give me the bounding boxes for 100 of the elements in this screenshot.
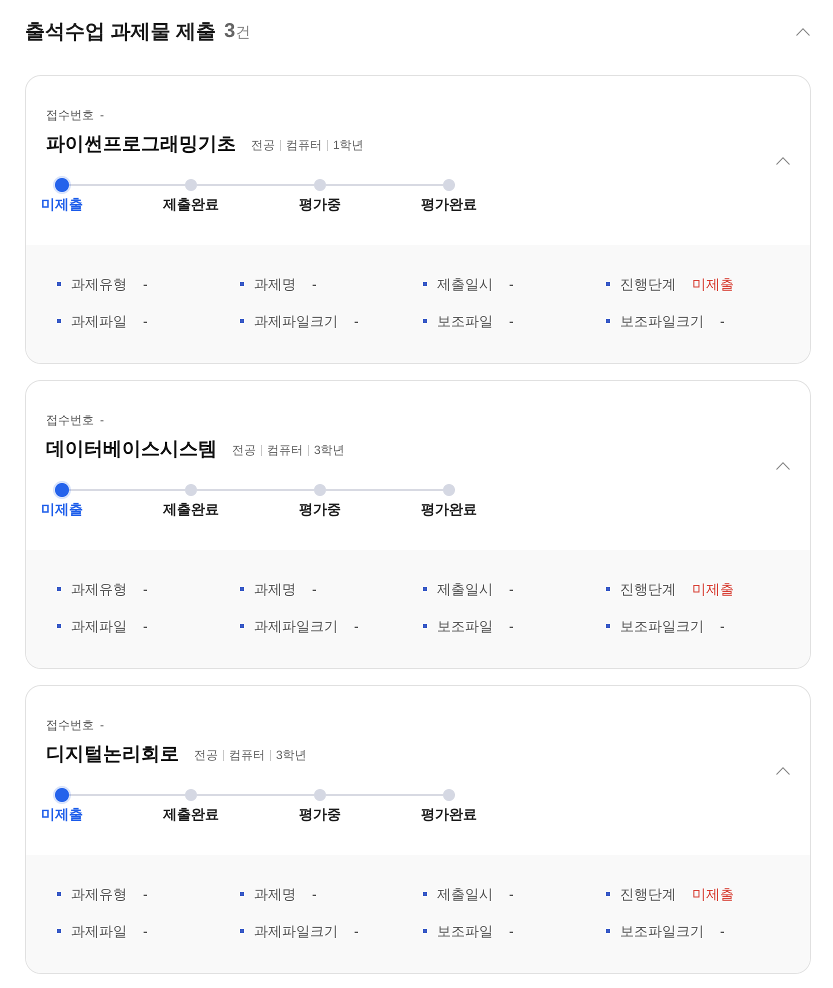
bullet-icon: [423, 624, 427, 628]
course-meta-text: 전공: [194, 747, 218, 764]
field-label: 과제유형: [71, 274, 127, 294]
receipt-number-value: -: [100, 412, 104, 429]
step-label: 평가중: [299, 500, 341, 518]
field-label: 과제명: [254, 580, 296, 598]
field-value: -: [509, 274, 514, 294]
field-label: 보조파일: [437, 616, 493, 636]
bullet-icon: [423, 892, 427, 896]
receipt-number-label: 접수번호: [46, 412, 94, 429]
step-label: 평가중: [299, 195, 341, 213]
course-meta-text: 3학년: [314, 442, 345, 459]
bullet-icon: [57, 929, 61, 933]
field-label: 제출일시: [437, 884, 493, 904]
field-label: 진행단계: [620, 884, 676, 904]
field-label: 제출일시: [437, 580, 493, 598]
bullet-icon: [240, 929, 244, 933]
bullet-icon: [240, 319, 244, 323]
field-value: -: [720, 922, 725, 940]
bullet-icon: [57, 282, 61, 286]
field-label: 과제파일크기: [254, 616, 338, 636]
receipt-number-value: -: [100, 107, 104, 124]
field-label: 제출일시: [437, 274, 493, 294]
bullet-icon: [240, 587, 244, 591]
step-label: 평가완료: [421, 805, 477, 823]
field-label: 보조파일: [437, 922, 493, 940]
field-value: -: [354, 312, 359, 330]
field-value: -: [143, 274, 148, 294]
field-label: 과제파일크기: [254, 312, 338, 330]
step-label: 평가중: [299, 805, 341, 823]
field-label: 진행단계: [620, 274, 676, 294]
course-meta-text: 컴퓨터: [286, 137, 322, 154]
course-meta-text: 3학년: [276, 747, 307, 764]
field-value: -: [509, 312, 514, 330]
field-value: -: [354, 922, 359, 940]
field-value: -: [143, 922, 148, 940]
bullet-icon: [423, 587, 427, 591]
field-label: 과제파일: [71, 312, 127, 330]
receipt-number-value: -: [100, 717, 104, 734]
page-title: 출석수업 과제물 제출: [25, 20, 216, 44]
field-value: -: [143, 580, 148, 598]
bullet-icon: [57, 892, 61, 896]
bullet-icon: [57, 587, 61, 591]
field-label: 보조파일: [437, 312, 493, 330]
field-value: -: [509, 616, 514, 636]
course-title: 파이썬프로그래밍기초: [46, 133, 236, 157]
step-label: 미제출: [41, 500, 83, 518]
field-value: -: [354, 616, 359, 636]
course-meta-text: 1학년: [333, 137, 364, 154]
receipt-number-label: 접수번호: [46, 107, 94, 124]
step-label: 미제출: [41, 805, 83, 823]
field-value: -: [509, 580, 514, 598]
field-value: -: [143, 884, 148, 904]
step-label: 평가완료: [421, 195, 477, 213]
field-value: 미제출: [692, 580, 734, 598]
bullet-icon: [423, 282, 427, 286]
course-title: 데이터베이스시스템: [46, 438, 217, 462]
step-label: 제출완료: [163, 195, 219, 213]
step-label: 미제출: [41, 195, 83, 213]
bullet-icon: [606, 624, 610, 628]
field-value: -: [312, 884, 317, 904]
bullet-icon: [240, 624, 244, 628]
bullet-icon: [606, 282, 610, 286]
field-label: 과제명: [254, 884, 296, 904]
field-label: 과제유형: [71, 580, 127, 598]
field-value: -: [143, 312, 148, 330]
field-value: 미제출: [692, 274, 734, 294]
bullet-icon: [57, 624, 61, 628]
field-label: 과제유형: [71, 884, 127, 904]
field-label: 과제파일: [71, 922, 127, 940]
bullet-icon: [240, 892, 244, 896]
field-value: -: [312, 274, 317, 294]
field-label: 보조파일크기: [620, 616, 704, 636]
field-label: 보조파일크기: [620, 312, 704, 330]
field-label: 과제파일: [71, 616, 127, 636]
bullet-icon: [423, 929, 427, 933]
field-label: 과제명: [254, 274, 296, 294]
receipt-number-label: 접수번호: [46, 717, 94, 734]
bullet-icon: [57, 319, 61, 323]
step-label: 제출완료: [163, 500, 219, 518]
course-meta-text: 전공: [251, 137, 275, 154]
field-value: -: [143, 616, 148, 636]
course-meta-text: 컴퓨터: [229, 747, 265, 764]
field-value: -: [312, 580, 317, 598]
course-meta-text: 컴퓨터: [267, 442, 303, 459]
bullet-icon: [606, 929, 610, 933]
item-count: 3건: [224, 19, 250, 44]
step-label: 평가완료: [421, 500, 477, 518]
field-value: -: [720, 616, 725, 636]
course-meta-text: 전공: [232, 442, 256, 459]
field-label: 보조파일크기: [620, 922, 704, 940]
bullet-icon: [423, 319, 427, 323]
bullet-icon: [606, 892, 610, 896]
field-value: 미제출: [692, 884, 734, 904]
bullet-icon: [606, 587, 610, 591]
course-title: 디지털논리회로: [46, 743, 179, 767]
field-value: -: [720, 312, 725, 330]
step-label: 제출완료: [163, 805, 219, 823]
bullet-icon: [240, 282, 244, 286]
field-label: 과제파일크기: [254, 922, 338, 940]
